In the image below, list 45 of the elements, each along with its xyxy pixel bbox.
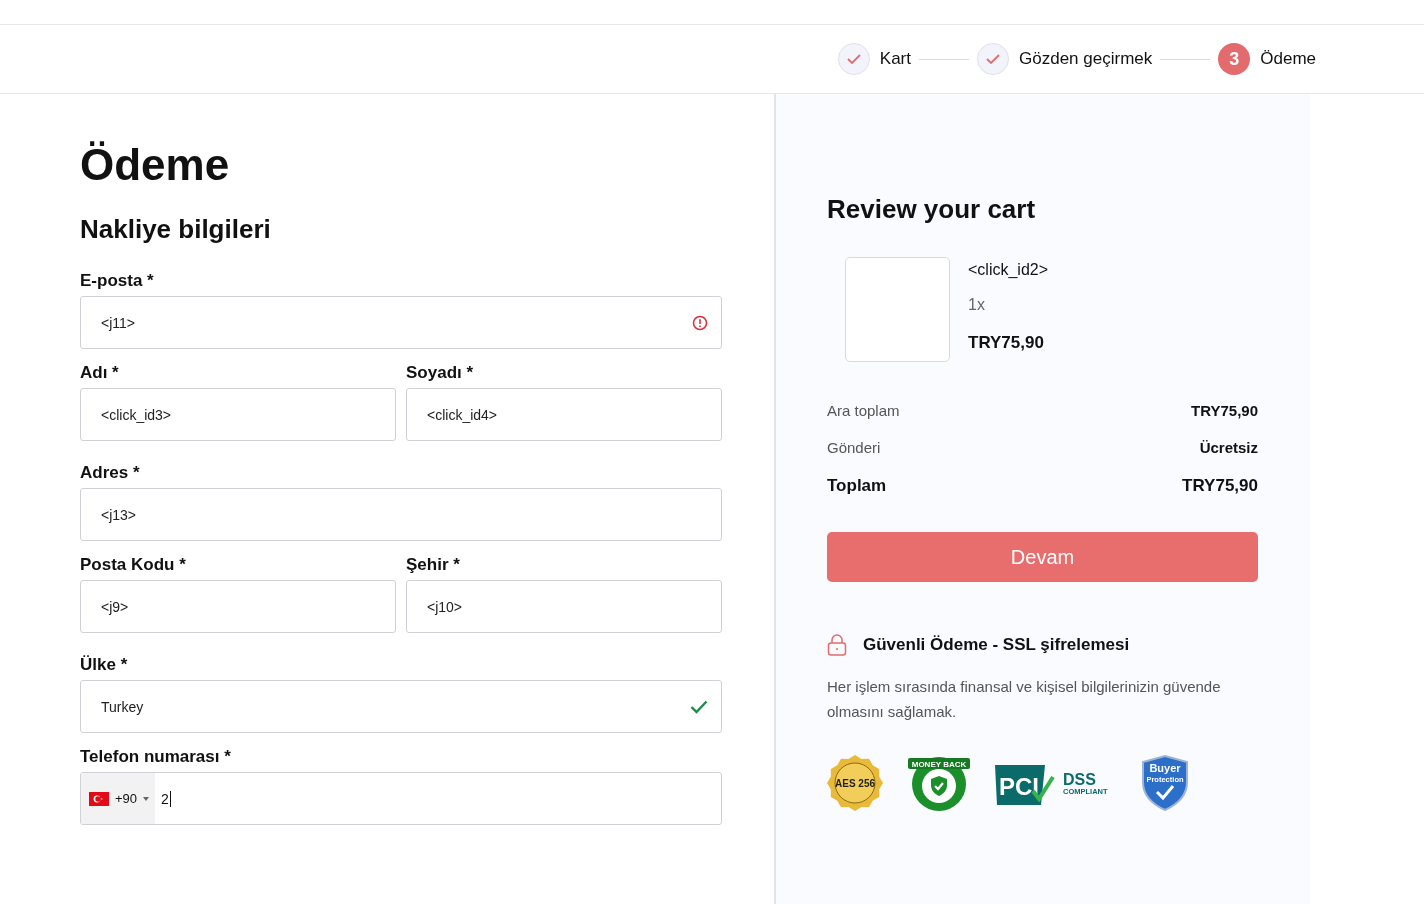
field-label: Soyadı *: [406, 363, 475, 383]
check-icon: [986, 54, 1000, 64]
step-label[interactable]: Gözden geçirmek: [1019, 49, 1153, 69]
check-icon: [690, 699, 708, 714]
summary-label: Ara toplam: [827, 402, 900, 419]
input-field[interactable]: <j9>: [80, 580, 396, 633]
step-number: 3: [1218, 43, 1251, 75]
step-label[interactable]: Kart: [879, 49, 911, 69]
field-label: Posta Kodu *: [80, 555, 187, 575]
summary-label: Gönderi: [827, 439, 881, 456]
error-icon: [692, 314, 708, 331]
phone-value: 2: [161, 790, 169, 807]
product-quantity: 1x: [968, 296, 986, 314]
page-title: Ödeme: [80, 140, 231, 190]
field-label: Adres *: [80, 463, 141, 483]
secure-payment-text: Her işlem sırasında finansal ve kişisel bilgilerinizin güvende olmasını sağlamak.: [827, 677, 1222, 722]
input-field[interactable]: <click_id3>: [80, 388, 396, 441]
encryption-seal-drawing: AES 256: [827, 755, 883, 811]
caret-icon: [143, 796, 150, 801]
input-field[interactable]: <j10>: [406, 580, 722, 633]
lock-icon: [827, 634, 847, 656]
product-name: <click_id2>: [968, 261, 1049, 279]
flag-icon: [89, 791, 109, 806]
secure-payment-title: Güvenli Ödeme - SSL şifrelemesi: [863, 635, 1130, 655]
section-title: Nakliye bilgileri: [80, 214, 272, 245]
input-field[interactable]: Turkey: [80, 680, 722, 733]
input-field[interactable]: <j13>: [80, 488, 722, 541]
phone-field[interactable]: +90 2: [80, 772, 722, 825]
field-label: Telefon numarası *: [80, 747, 232, 767]
field-label: Şehir *: [406, 555, 461, 575]
input-field[interactable]: <click_id4>: [406, 388, 722, 441]
product-price: TRY75,90: [968, 333, 1045, 353]
field-label: Ülke *: [80, 655, 129, 675]
step-label[interactable]: Ödeme: [1260, 49, 1316, 69]
summary-label: Toplam: [827, 476, 887, 496]
summary-value: TRY75,90: [1191, 402, 1258, 419]
money-back-seal-drawing: MONEY BACK: [907, 754, 971, 812]
check-icon: [846, 54, 861, 64]
summary-value: TRY75,90: [1182, 476, 1258, 496]
field-label: E-posta *: [80, 271, 155, 291]
field-label: Adı *: [80, 363, 120, 383]
summary-value: Ücretsiz: [1199, 439, 1258, 456]
input-field[interactable]: <j11>: [80, 296, 722, 349]
country-code-selector[interactable]: +90: [81, 773, 156, 824]
cart-title: Review your cart: [827, 194, 1037, 225]
